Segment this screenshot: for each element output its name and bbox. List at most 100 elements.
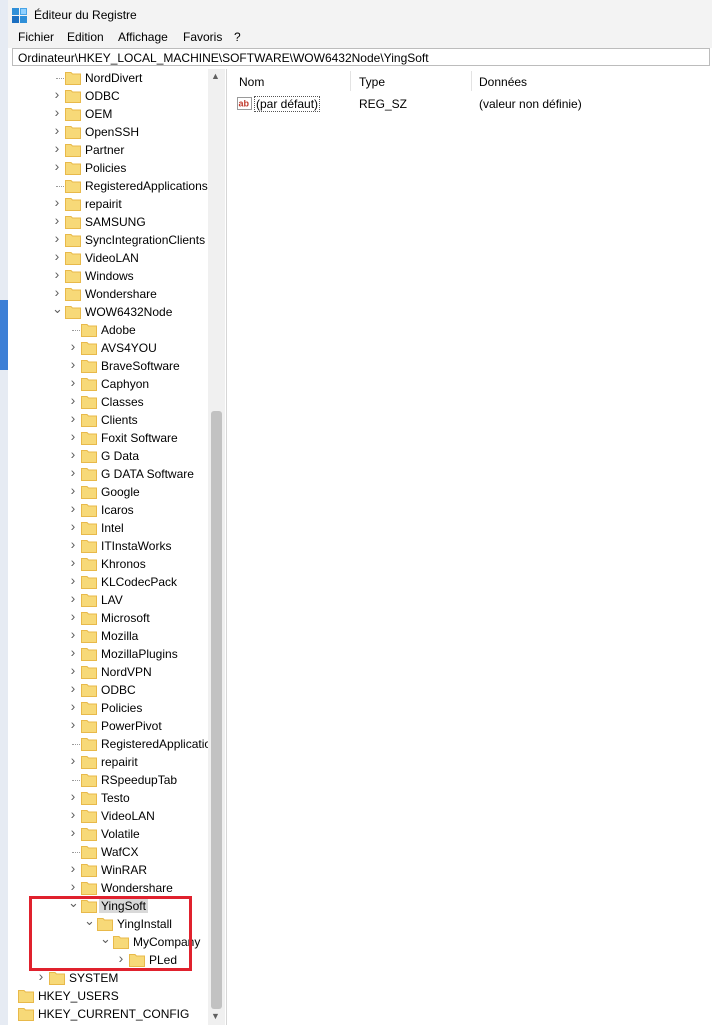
chevron-right-icon[interactable]: › <box>68 483 78 497</box>
menu-fichier[interactable]: Fichier <box>18 30 54 44</box>
tree-item-clients[interactable]: › Clients <box>12 411 212 429</box>
tree-item-avs4you[interactable]: › AVS4YOU <box>12 339 212 357</box>
tree-item-hkey-current-config[interactable]: HKEY_CURRENT_CONFIG <box>12 1005 212 1023</box>
chevron-right-icon[interactable]: › <box>68 573 78 587</box>
chevron-right-icon[interactable]: › <box>52 159 62 173</box>
tree-item-adobe[interactable]: Adobe <box>12 321 212 339</box>
chevron-right-icon[interactable]: › <box>68 447 78 461</box>
tree-item-partner[interactable]: › Partner <box>12 141 212 159</box>
chevron-right-icon[interactable]: › <box>68 753 78 767</box>
tree-item-norddivert[interactable]: NordDivert <box>12 69 212 87</box>
menu-edition[interactable]: Edition <box>67 30 104 44</box>
menu-help[interactable]: ? <box>234 30 241 44</box>
tree-item-videolan[interactable]: › VideoLAN <box>12 807 212 825</box>
tree-item-odbc[interactable]: › ODBC <box>12 681 212 699</box>
chevron-right-icon[interactable]: › <box>68 825 78 839</box>
tree-item-videolan[interactable]: › VideoLAN <box>12 249 212 267</box>
tree-item-rspeeduptab[interactable]: RSpeedupTab <box>12 771 212 789</box>
column-separator[interactable] <box>471 71 472 91</box>
tree-item-microsoft[interactable]: › Microsoft <box>12 609 212 627</box>
chevron-right-icon[interactable]: › <box>68 609 78 623</box>
scroll-up-arrow-icon[interactable]: ▲ <box>211 71 220 81</box>
tree-item-oem[interactable]: › OEM <box>12 105 212 123</box>
tree-item-itinstaworks[interactable]: › ITInstaWorks <box>12 537 212 555</box>
chevron-right-icon[interactable]: › <box>68 663 78 677</box>
chevron-right-icon[interactable]: › <box>68 681 78 695</box>
tree-item-repairit[interactable]: › repairit <box>12 753 212 771</box>
chevron-right-icon[interactable]: › <box>68 537 78 551</box>
chevron-right-icon[interactable]: › <box>68 429 78 443</box>
tree-item-lav[interactable]: › LAV <box>12 591 212 609</box>
tree-item-google[interactable]: › Google <box>12 483 212 501</box>
tree-item-registeredapplications[interactable]: RegisteredApplications <box>12 177 212 195</box>
tree-item-volatile[interactable]: › Volatile <box>12 825 212 843</box>
chevron-right-icon[interactable]: › <box>68 411 78 425</box>
chevron-right-icon[interactable]: › <box>68 807 78 821</box>
tree-item-system[interactable]: › SYSTEM <box>12 969 212 987</box>
scroll-down-arrow-icon[interactable]: ▼ <box>211 1011 220 1021</box>
chevron-right-icon[interactable]: › <box>52 141 62 155</box>
tree-item-policies[interactable]: › Policies <box>12 699 212 717</box>
chevron-right-icon[interactable]: › <box>52 195 62 209</box>
tree-item-classes[interactable]: › Classes <box>12 393 212 411</box>
tree-item-khronos[interactable]: › Khronos <box>12 555 212 573</box>
chevron-right-icon[interactable]: › <box>52 105 62 119</box>
address-bar[interactable]: Ordinateur\HKEY_LOCAL_MACHINE\SOFTWARE\W… <box>12 48 710 66</box>
tree-item-caphyon[interactable]: › Caphyon <box>12 375 212 393</box>
tree-item-registeredapplications[interactable]: RegisteredApplications <box>12 735 224 753</box>
tree-item-nordvpn[interactable]: › NordVPN <box>12 663 212 681</box>
chevron-right-icon[interactable]: › <box>68 591 78 605</box>
tree-item-syncintegrationclients[interactable]: › SyncIntegrationClients <box>12 231 212 249</box>
value-name[interactable]: (par défaut) <box>254 96 321 112</box>
tree-item-powerpivot[interactable]: › PowerPivot <box>12 717 212 735</box>
tree-item-odbc[interactable]: › ODBC <box>12 87 212 105</box>
tree-scrollbar[interactable]: ▲ ▼ <box>208 69 225 1025</box>
tree-item-openssh[interactable]: › OpenSSH <box>12 123 212 141</box>
menu-favoris[interactable]: Favoris <box>183 30 222 44</box>
chevron-right-icon[interactable]: › <box>52 231 62 245</box>
chevron-right-icon[interactable]: › <box>68 627 78 641</box>
tree-item-wondershare[interactable]: › Wondershare <box>12 285 212 303</box>
chevron-right-icon[interactable]: › <box>68 519 78 533</box>
tree-item-hkey-users[interactable]: HKEY_USERS <box>12 987 212 1005</box>
chevron-right-icon[interactable]: › <box>68 465 78 479</box>
menu-affichage[interactable]: Affichage <box>118 30 168 44</box>
tree-item-intel[interactable]: › Intel <box>12 519 212 537</box>
tree-item-wow6432node[interactable]: ⌄ WOW6432Node <box>12 302 212 321</box>
chevron-right-icon[interactable]: › <box>52 213 62 227</box>
chevron-right-icon[interactable]: › <box>68 339 78 353</box>
registry-tree[interactable]: NordDivert › ODBC › OEM › OpenSSH › Partner › Poli… <box>12 69 227 1025</box>
chevron-right-icon[interactable]: › <box>52 285 62 299</box>
column-header-donnees[interactable]: Données <box>479 75 527 89</box>
tree-item-klcodecpack[interactable]: › KLCodecPack <box>12 573 212 591</box>
scroll-thumb[interactable] <box>211 411 222 1009</box>
tree-item-repairit[interactable]: › repairit <box>12 195 212 213</box>
tree-item-winrar[interactable]: › WinRAR <box>12 861 212 879</box>
tree-item-icaros[interactable]: › Icaros <box>12 501 212 519</box>
chevron-right-icon[interactable]: › <box>68 357 78 371</box>
tree-item-windows[interactable]: › Windows <box>12 267 212 285</box>
chevron-right-icon[interactable]: › <box>68 555 78 569</box>
tree-item-bravesoftware[interactable]: › BraveSoftware <box>12 357 212 375</box>
column-separator[interactable] <box>350 71 351 91</box>
tree-item-policies[interactable]: › Policies <box>12 159 212 177</box>
tree-item-samsung[interactable]: › SAMSUNG <box>12 213 212 231</box>
chevron-right-icon[interactable]: › <box>52 249 62 263</box>
chevron-right-icon[interactable]: › <box>68 717 78 731</box>
chevron-right-icon[interactable]: › <box>68 375 78 389</box>
chevron-right-icon[interactable]: › <box>68 645 78 659</box>
chevron-right-icon[interactable]: › <box>68 789 78 803</box>
tree-item-wondershare[interactable]: › Wondershare <box>12 879 212 897</box>
column-header-nom[interactable]: Nom <box>239 75 264 89</box>
value-row[interactable]: ab (par défaut) REG_SZ (valeur non défin… <box>231 95 711 113</box>
chevron-right-icon[interactable]: › <box>52 267 62 281</box>
tree-item-testo[interactable]: › Testo <box>12 789 212 807</box>
chevron-right-icon[interactable]: › <box>68 699 78 713</box>
column-header-type[interactable]: Type <box>359 75 385 89</box>
chevron-right-icon[interactable]: › <box>68 501 78 515</box>
tree-item-mozillaplugins[interactable]: › MozillaPlugins <box>12 645 212 663</box>
chevron-right-icon[interactable]: › <box>36 969 46 983</box>
tree-item-g-data-software[interactable]: › G DATA Software <box>12 465 212 483</box>
tree-item-wafcx[interactable]: WafCX <box>12 843 212 861</box>
chevron-down-icon[interactable]: ⌄ <box>52 302 63 315</box>
